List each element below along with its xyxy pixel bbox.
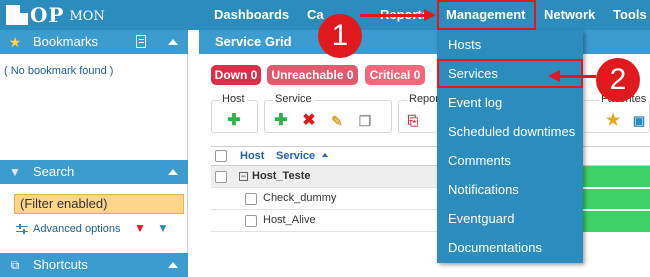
host-group-label: Host	[220, 93, 247, 105]
table-header: Host Service	[211, 146, 650, 166]
nav-management[interactable]: Management	[437, 0, 536, 30]
logo-sub-text: MON	[69, 9, 105, 24]
host-column-header[interactable]: Host	[240, 150, 264, 162]
pencil-icon[interactable]: ✎	[329, 113, 345, 129]
menu-item-documentations[interactable]: Documentations	[437, 233, 583, 262]
sort-ascending-icon	[322, 153, 328, 157]
plus-icon[interactable]: ✚	[226, 113, 242, 129]
nav-tools[interactable]: Tools	[613, 0, 647, 30]
service-group-label: Service	[273, 93, 314, 105]
menu-item-comments[interactable]: Comments	[437, 146, 583, 175]
menu-item-hosts[interactable]: Hosts	[437, 30, 583, 59]
management-dropdown-menu: Hosts Services Event log Scheduled downt…	[437, 30, 583, 263]
star-add-icon[interactable]: ★	[605, 113, 621, 129]
unreachable-status-button[interactable]: Unreachable 0	[267, 65, 358, 85]
nav-dashboards[interactable]: Dashboards	[214, 0, 289, 30]
report-actions-group: Report ⎘	[398, 93, 445, 133]
select-all-checkbox[interactable]	[215, 150, 227, 162]
service-actions-group: Service ✚ ✖ ✎ ❐	[264, 93, 392, 133]
plus-icon[interactable]: ✚	[273, 113, 289, 129]
nav-network[interactable]: Network	[544, 0, 595, 30]
callout-arrow-line	[556, 75, 596, 78]
table-row[interactable]: − Host_Teste	[211, 166, 437, 188]
critical-status-button[interactable]: Critical 0	[365, 65, 425, 85]
collapse-icon[interactable]	[168, 169, 178, 175]
sliders-icon	[16, 224, 28, 234]
star-icon: ★	[8, 34, 22, 50]
filter-status-field[interactable]: (Filter enabled)	[14, 194, 184, 214]
callout-arrow-line	[360, 14, 432, 17]
ok-status-cell	[582, 189, 650, 209]
arrow-right-icon	[424, 9, 436, 21]
ok-status-cell	[582, 166, 650, 187]
advanced-options-link[interactable]: Advanced options	[16, 223, 120, 235]
menu-item-event-log[interactable]: Event log	[437, 88, 583, 117]
down-status-button[interactable]: Down 0	[211, 65, 261, 85]
collapse-icon[interactable]	[168, 39, 178, 45]
search-header[interactable]: ▼ Search	[0, 160, 188, 184]
favorites-group: Favorites ★ ▣	[583, 93, 650, 133]
collapse-group-icon[interactable]: −	[239, 172, 248, 181]
list-icon[interactable]	[136, 35, 146, 48]
shortcuts-title: Shortcuts	[33, 257, 88, 272]
row-checkbox[interactable]	[215, 171, 227, 183]
callout-1: 1	[318, 14, 362, 58]
menu-item-notifications[interactable]: Notifications	[437, 175, 583, 204]
opmon-logo[interactable]: OP MON	[6, 3, 105, 27]
advanced-options-label: Advanced options	[33, 223, 121, 235]
clear-filter-icon[interactable]: ▼	[134, 221, 146, 235]
no-bookmark-text: ( No bookmark found )	[4, 65, 114, 77]
table-row[interactable]: Check_dummy	[211, 188, 437, 210]
menu-item-eventguard[interactable]: Eventguard	[437, 204, 583, 233]
row-checkbox[interactable]	[245, 193, 257, 205]
link-icon: ⧉	[10, 258, 20, 272]
arrow-left-icon	[548, 70, 560, 82]
logo-main-text: OP	[30, 3, 65, 27]
bookmarks-title: Bookmarks	[33, 34, 99, 49]
row-checkbox[interactable]	[245, 215, 257, 227]
service-column-header[interactable]: Service	[276, 150, 315, 162]
callout-2: 2	[596, 58, 640, 102]
funnel-icon[interactable]: ▼	[157, 221, 169, 235]
shortcuts-header[interactable]: ⧉ Shortcuts	[0, 253, 188, 277]
copy-icon[interactable]: ❐	[357, 113, 373, 129]
service-name[interactable]: Check_dummy	[263, 192, 336, 204]
table-row[interactable]: Host_Alive	[211, 210, 437, 232]
bookmarks-header[interactable]: ★ Bookmarks	[0, 30, 188, 54]
search-title: Search	[33, 164, 75, 179]
image-icon[interactable]: ▣	[631, 113, 647, 129]
funnel-icon: ▼	[9, 165, 21, 179]
sidebar: ★ Bookmarks ( No bookmark found ) ▼ Sear…	[0, 30, 188, 277]
host-actions-group: Host ✚	[211, 93, 258, 133]
logo-square-icon	[6, 5, 28, 25]
ok-status-cell	[582, 211, 650, 232]
x-icon[interactable]: ✖	[301, 113, 317, 129]
menu-item-services[interactable]: Services	[437, 59, 583, 88]
menu-item-scheduled-downtimes[interactable]: Scheduled downtimes	[437, 117, 583, 146]
service-name[interactable]: Host_Alive	[263, 214, 316, 226]
collapse-icon[interactable]	[168, 262, 178, 268]
host-name[interactable]: Host_Teste	[252, 170, 310, 182]
pdf-icon[interactable]: ⎘	[405, 113, 421, 129]
